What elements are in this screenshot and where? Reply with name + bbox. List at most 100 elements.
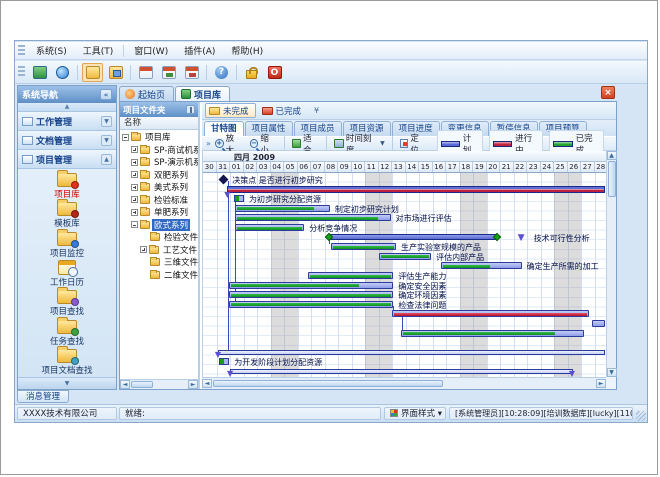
tool-zoom-out-button[interactable]: −缩小 bbox=[246, 137, 281, 150]
scroll-left-icon[interactable]: ◄ bbox=[202, 379, 212, 388]
filter-button-1[interactable]: 未完成 bbox=[205, 103, 256, 118]
gantt-task-bar[interactable] bbox=[392, 310, 589, 317]
gantt-task-bar[interactable] bbox=[308, 272, 393, 279]
menu-item-2[interactable]: 工具(T) bbox=[75, 42, 122, 59]
gantt-task-bar[interactable] bbox=[235, 214, 390, 221]
expand-icon[interactable] bbox=[131, 146, 138, 153]
filter-overflow-icon[interactable]: ¥ bbox=[314, 106, 319, 115]
gantt-task-bar[interactable] bbox=[229, 301, 394, 308]
chevron-up-icon[interactable]: ▲ bbox=[101, 154, 112, 165]
tree-horizontal-scrollbar[interactable]: ◄ ► bbox=[120, 379, 198, 389]
tree-item-4[interactable]: 双肥系列 bbox=[120, 169, 198, 182]
menu-item-1[interactable]: 系统(S) bbox=[28, 42, 75, 59]
tree-item-7[interactable]: 单肥系列 bbox=[120, 206, 198, 219]
scroll-left-icon[interactable]: ◄ bbox=[120, 380, 130, 389]
nav-item-4[interactable]: 工作日历 bbox=[21, 260, 113, 289]
filter-button-2[interactable]: 已完成 bbox=[258, 103, 309, 118]
scroll-right-icon[interactable]: ► bbox=[188, 380, 198, 389]
expand-icon[interactable] bbox=[140, 246, 147, 253]
nav-item-1[interactable]: 项目库 bbox=[21, 172, 113, 201]
toolbar-button[interactable] bbox=[181, 63, 202, 82]
nav-item-2[interactable]: 模板库 bbox=[21, 201, 113, 230]
gantt-task-bar[interactable] bbox=[229, 282, 394, 289]
menu-item-4[interactable]: 插件(A) bbox=[176, 42, 223, 59]
document-tab-2[interactable]: 项目库 bbox=[175, 86, 230, 101]
nav-pin-icon[interactable]: « bbox=[100, 89, 112, 100]
nav-section-1[interactable]: 工作管理▼ bbox=[18, 112, 116, 131]
expand-icon[interactable] bbox=[131, 171, 138, 178]
resize-grip[interactable] bbox=[636, 411, 646, 421]
tree-item-11[interactable]: 三维文件 bbox=[120, 256, 198, 269]
toolbar-button[interactable] bbox=[241, 63, 262, 82]
tree-item-2[interactable]: SP-商试机系 bbox=[120, 144, 198, 157]
gantt-task-bar[interactable] bbox=[229, 291, 394, 298]
expand-icon[interactable] bbox=[131, 196, 138, 203]
close-tab-button[interactable]: × bbox=[601, 86, 615, 99]
scroll-down-icon[interactable]: ▼ bbox=[607, 368, 617, 377]
gantt-horizontal-scrollbar[interactable]: ◄ ► bbox=[202, 377, 606, 389]
menu-grip[interactable] bbox=[18, 45, 25, 57]
gantt-task-bar[interactable] bbox=[592, 320, 606, 327]
gantt-summary-bar[interactable] bbox=[329, 234, 498, 240]
milestone-task-icon[interactable] bbox=[219, 358, 229, 365]
gantt-summary-bar[interactable] bbox=[227, 186, 605, 193]
toolbar-grip[interactable] bbox=[18, 66, 25, 78]
gantt-task-bar[interactable] bbox=[401, 330, 583, 337]
scrollbar-thumb[interactable] bbox=[131, 381, 153, 388]
collapse-icon[interactable] bbox=[122, 134, 129, 141]
nav-collapsed-section[interactable]: ▼ bbox=[18, 377, 116, 389]
tree-column-header[interactable]: 名称 bbox=[120, 117, 198, 130]
nav-item-5[interactable]: 项目查找 bbox=[21, 289, 113, 318]
toolbar-button[interactable] bbox=[29, 63, 50, 82]
chevron-down-icon[interactable]: ▼ bbox=[101, 135, 112, 146]
nav-section-3[interactable]: 项目管理▲ bbox=[18, 150, 116, 169]
expand-icon[interactable] bbox=[131, 209, 138, 216]
nav-item-7[interactable]: 项目文档查找 bbox=[21, 348, 113, 377]
message-management-tab[interactable]: 消息管理 bbox=[17, 390, 69, 403]
toolbar-button[interactable]: O bbox=[264, 63, 285, 82]
gantt-task-bar[interactable] bbox=[379, 253, 432, 260]
nav-scroll-up-button[interactable]: ▲ bbox=[18, 103, 116, 112]
gantt-task-bar[interactable] bbox=[235, 205, 330, 212]
milestone-task-icon[interactable] bbox=[234, 195, 244, 202]
toolbar-button[interactable] bbox=[158, 63, 179, 82]
tree-item-8[interactable]: 欧式系列 bbox=[120, 219, 198, 232]
scrollbar-thumb[interactable] bbox=[608, 161, 616, 197]
gantt-summary-bar[interactable] bbox=[218, 350, 605, 355]
tree-item-6[interactable]: 检验标准 bbox=[120, 194, 198, 207]
toolbar-button[interactable]: ? bbox=[211, 63, 232, 82]
expand-icon[interactable] bbox=[131, 184, 138, 191]
toolbar-button[interactable] bbox=[52, 63, 73, 82]
tool-zoom-in-button[interactable]: +放大 bbox=[211, 137, 246, 150]
milestone-icon[interactable]: ▼ bbox=[518, 234, 525, 242]
scroll-right-icon[interactable]: ► bbox=[596, 379, 606, 388]
tree-item-3[interactable]: SP-演示机系 bbox=[120, 156, 198, 169]
tree-item-5[interactable]: 美式系列 bbox=[120, 181, 198, 194]
interface-style-button[interactable]: 界面样式 ▾ bbox=[384, 407, 446, 420]
tree-item-1[interactable]: 项目库 bbox=[120, 131, 198, 144]
scroll-up-icon[interactable]: ▲ bbox=[607, 151, 617, 160]
tool-fit-button[interactable]: 适合 bbox=[288, 137, 324, 150]
scrollbar-thumb[interactable] bbox=[213, 380, 443, 387]
expand-icon[interactable] bbox=[131, 159, 138, 166]
tree-item-10[interactable]: 工艺文件 bbox=[120, 244, 198, 257]
menu-item-3[interactable]: 窗口(W) bbox=[126, 42, 176, 59]
tree-item-9[interactable]: 检验文件 bbox=[120, 231, 198, 244]
gantt-task-bar[interactable] bbox=[331, 243, 396, 250]
nav-item-6[interactable]: 任务查找 bbox=[21, 318, 113, 347]
chevron-down-icon[interactable]: ▼ bbox=[101, 116, 112, 127]
toolbar-button[interactable] bbox=[82, 63, 103, 82]
pin-icon[interactable] bbox=[186, 105, 195, 114]
gantt-vertical-scrollbar[interactable]: ▲ ▼ bbox=[606, 151, 616, 377]
gantt-task-bar[interactable] bbox=[235, 224, 304, 231]
gantt-summary-bar[interactable] bbox=[230, 369, 573, 374]
document-tab-1[interactable]: 起始页 bbox=[119, 86, 174, 101]
toolbar-button[interactable] bbox=[105, 63, 126, 82]
tool-locate-button[interactable]: 定位 bbox=[396, 137, 431, 150]
tool-timescale-button[interactable]: 时间刻度▼ bbox=[330, 137, 388, 150]
nav-item-3[interactable]: 项目监控 bbox=[21, 231, 113, 260]
toolbar-button[interactable] bbox=[135, 63, 156, 82]
gantt-task-bar[interactable] bbox=[441, 262, 522, 269]
nav-section-2[interactable]: 文档管理▼ bbox=[18, 131, 116, 150]
tree-item-12[interactable]: 二维文件 bbox=[120, 269, 198, 282]
